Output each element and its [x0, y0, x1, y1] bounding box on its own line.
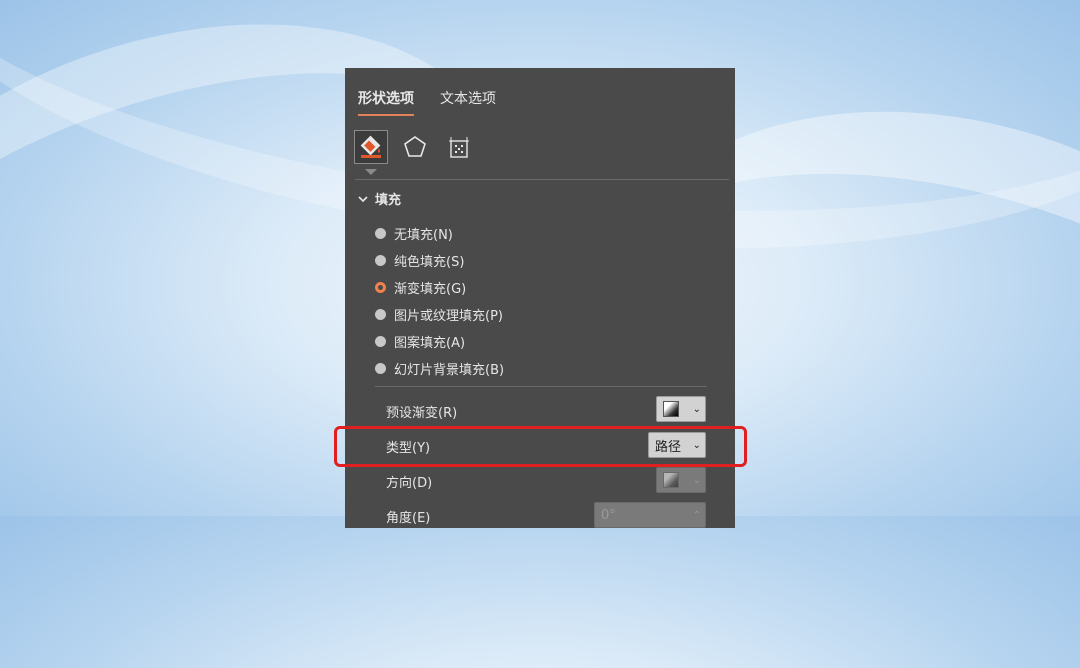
spinner-arrows-icon: ⌃: [692, 509, 701, 521]
preset-gradient-label: 预设渐变(R): [386, 406, 458, 421]
fill-section-header[interactable]: 填充: [358, 189, 401, 208]
radio-no-fill[interactable]: 无填充(N): [375, 224, 453, 243]
radio-label: 图片或纹理填充(P): [394, 309, 503, 324]
angle-spinner[interactable]: 0° ⌃: [594, 502, 706, 528]
radio-picture-texture-fill[interactable]: 图片或纹理填充(P): [375, 305, 503, 324]
radio-gradient-fill[interactable]: 渐变填充(G): [375, 278, 466, 297]
radio-button[interactable]: [375, 228, 386, 239]
size-properties-icon: [449, 137, 469, 158]
radio-label: 幻灯片背景填充(B): [394, 363, 505, 378]
divider: [355, 179, 729, 180]
pane-tabs: 形状选项 文本选项: [358, 88, 496, 116]
effects-pentagon-icon: [404, 136, 426, 157]
category-icon-bar: [354, 130, 476, 164]
chevron-down-icon: ⌄: [692, 403, 701, 415]
selected-category-caret: [365, 169, 377, 175]
tab-shape-options[interactable]: 形状选项: [358, 88, 414, 116]
size-properties-button[interactable]: [442, 130, 476, 164]
angle-value: 0°: [601, 507, 616, 523]
radio-label: 渐变填充(G): [394, 282, 467, 297]
radio-button-checked[interactable]: [375, 282, 386, 293]
direction-swatch-icon: [663, 472, 679, 488]
preset-gradient-dropdown[interactable]: ⌄: [656, 396, 706, 422]
highlight-box: [334, 426, 747, 467]
angle-label: 角度(E): [386, 511, 431, 526]
chevron-down-icon: ⌄: [692, 474, 701, 486]
fill-line-icon: [360, 135, 381, 158]
section-title: 填充: [375, 193, 402, 208]
tab-text-options[interactable]: 文本选项: [440, 88, 496, 116]
radio-button[interactable]: [375, 309, 386, 320]
radio-button[interactable]: [375, 363, 386, 374]
radio-label: 无填充(N): [394, 228, 453, 243]
gradient-swatch-icon: [663, 401, 679, 417]
radio-slide-background-fill[interactable]: 幻灯片背景填充(B): [375, 359, 504, 378]
effects-button[interactable]: [398, 130, 432, 164]
direction-dropdown[interactable]: ⌄: [656, 467, 706, 493]
direction-label: 方向(D): [386, 476, 433, 491]
divider: [375, 386, 707, 387]
radio-label: 图案填充(A): [394, 336, 466, 351]
radio-solid-fill[interactable]: 纯色填充(S): [375, 251, 464, 270]
radio-label: 纯色填充(S): [394, 255, 465, 270]
radio-pattern-fill[interactable]: 图案填充(A): [375, 332, 465, 351]
radio-button[interactable]: [375, 255, 386, 266]
chevron-down-icon: [358, 195, 368, 202]
radio-button[interactable]: [375, 336, 386, 347]
fill-line-button[interactable]: [354, 130, 388, 164]
